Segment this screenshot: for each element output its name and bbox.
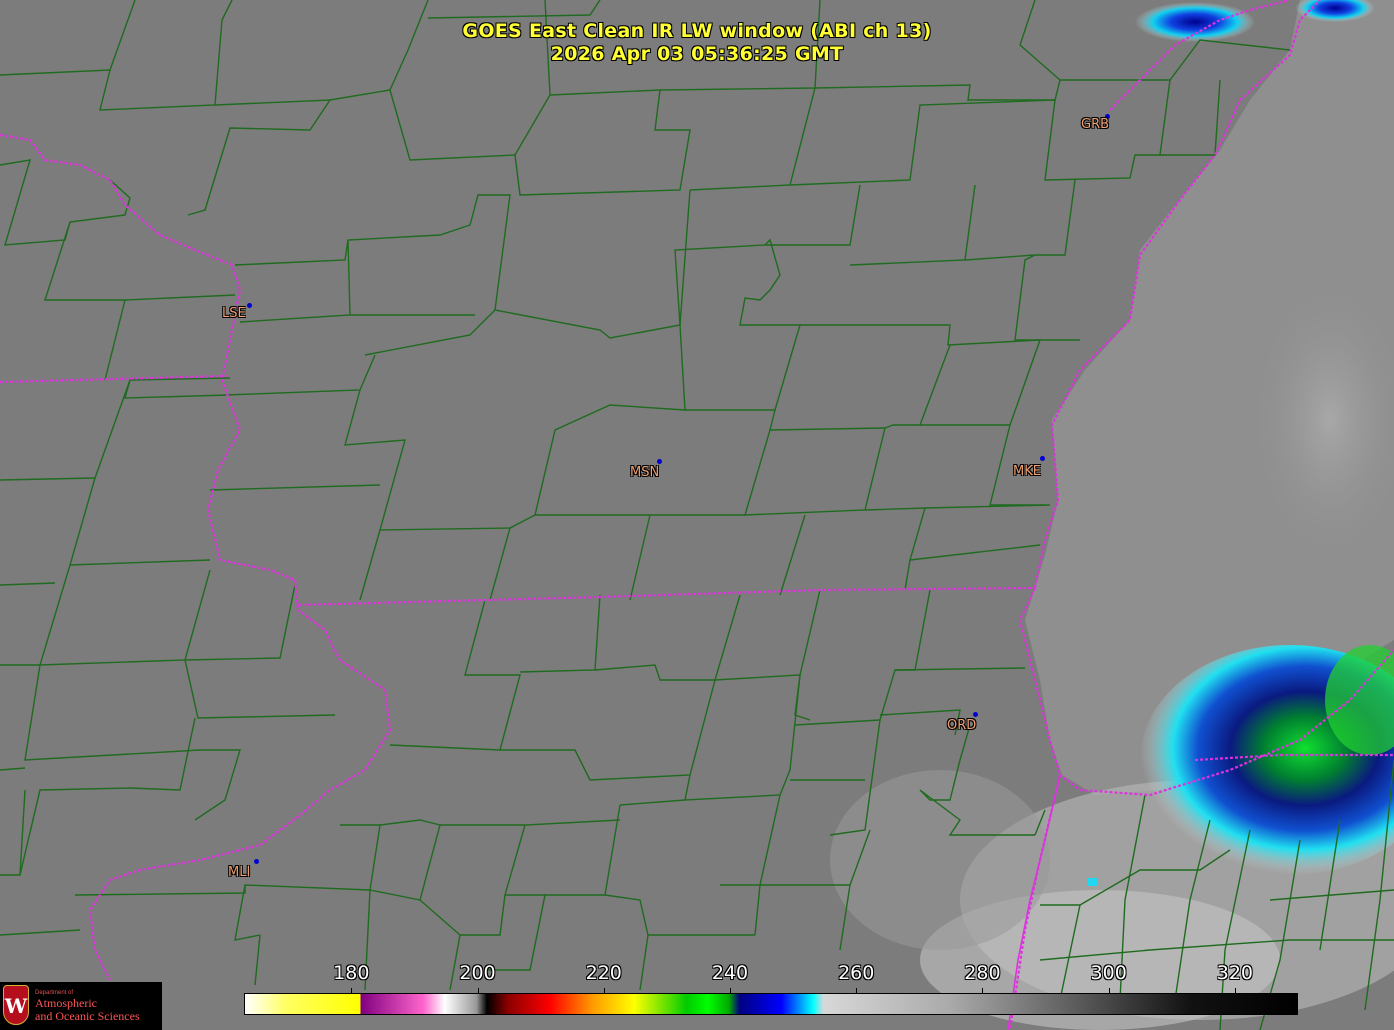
- colorbar-tick: [1234, 988, 1236, 994]
- city-label-msn: MSN: [630, 465, 660, 480]
- colorbar-tick-label: 280: [964, 962, 1001, 984]
- colorbar-tick-label: 320: [1216, 962, 1254, 984]
- colorbar-tick-label: 220: [585, 962, 622, 984]
- city-label-mke: MKE: [1013, 464, 1041, 479]
- logo-line2: and Oceanic Sciences: [35, 1009, 140, 1023]
- city-marker-ord: [973, 712, 978, 717]
- colorbar-tick: [729, 988, 731, 994]
- colorbar-tick: [856, 988, 858, 994]
- aos-logo: W Department of Atmospheric and Oceanic …: [0, 982, 162, 1030]
- colorbar-tick: [1108, 988, 1110, 994]
- satellite-map: [0, 0, 1394, 1030]
- colorbar-tick-label: 200: [459, 962, 496, 984]
- city-label-grb: GRB: [1081, 117, 1110, 132]
- city-label-lse: LSE: [222, 306, 246, 321]
- colorbar-tick: [982, 988, 984, 994]
- city-marker-mke: [1040, 456, 1045, 461]
- city-marker-lse: [247, 303, 252, 308]
- colorbar-tick-label: 240: [711, 962, 749, 984]
- image-timestamp: 2026 Apr 03 05:36:25 GMT: [550, 43, 844, 65]
- uw-crest-icon: W: [3, 985, 29, 1025]
- image-title: GOES East Clean IR LW window (ABI ch 13): [462, 20, 932, 42]
- colorbar-tick-label: 300: [1090, 962, 1127, 984]
- colorbar-tick-label: 260: [838, 962, 875, 984]
- satellite-image-viewer: GOES East Clean IR LW window (ABI ch 13)…: [0, 0, 1394, 1030]
- temperature-colorbar: [244, 993, 1298, 1015]
- city-marker-msn: [657, 459, 662, 464]
- city-label-ord: ORD: [947, 718, 977, 733]
- colorbar-tick: [477, 988, 479, 994]
- city-label-mli: MLI: [228, 865, 251, 880]
- colorbar-tick: [603, 988, 605, 994]
- colorbar-tick: [351, 988, 353, 994]
- colorbar-tick-label: 180: [333, 962, 370, 984]
- city-marker-mli: [254, 859, 259, 864]
